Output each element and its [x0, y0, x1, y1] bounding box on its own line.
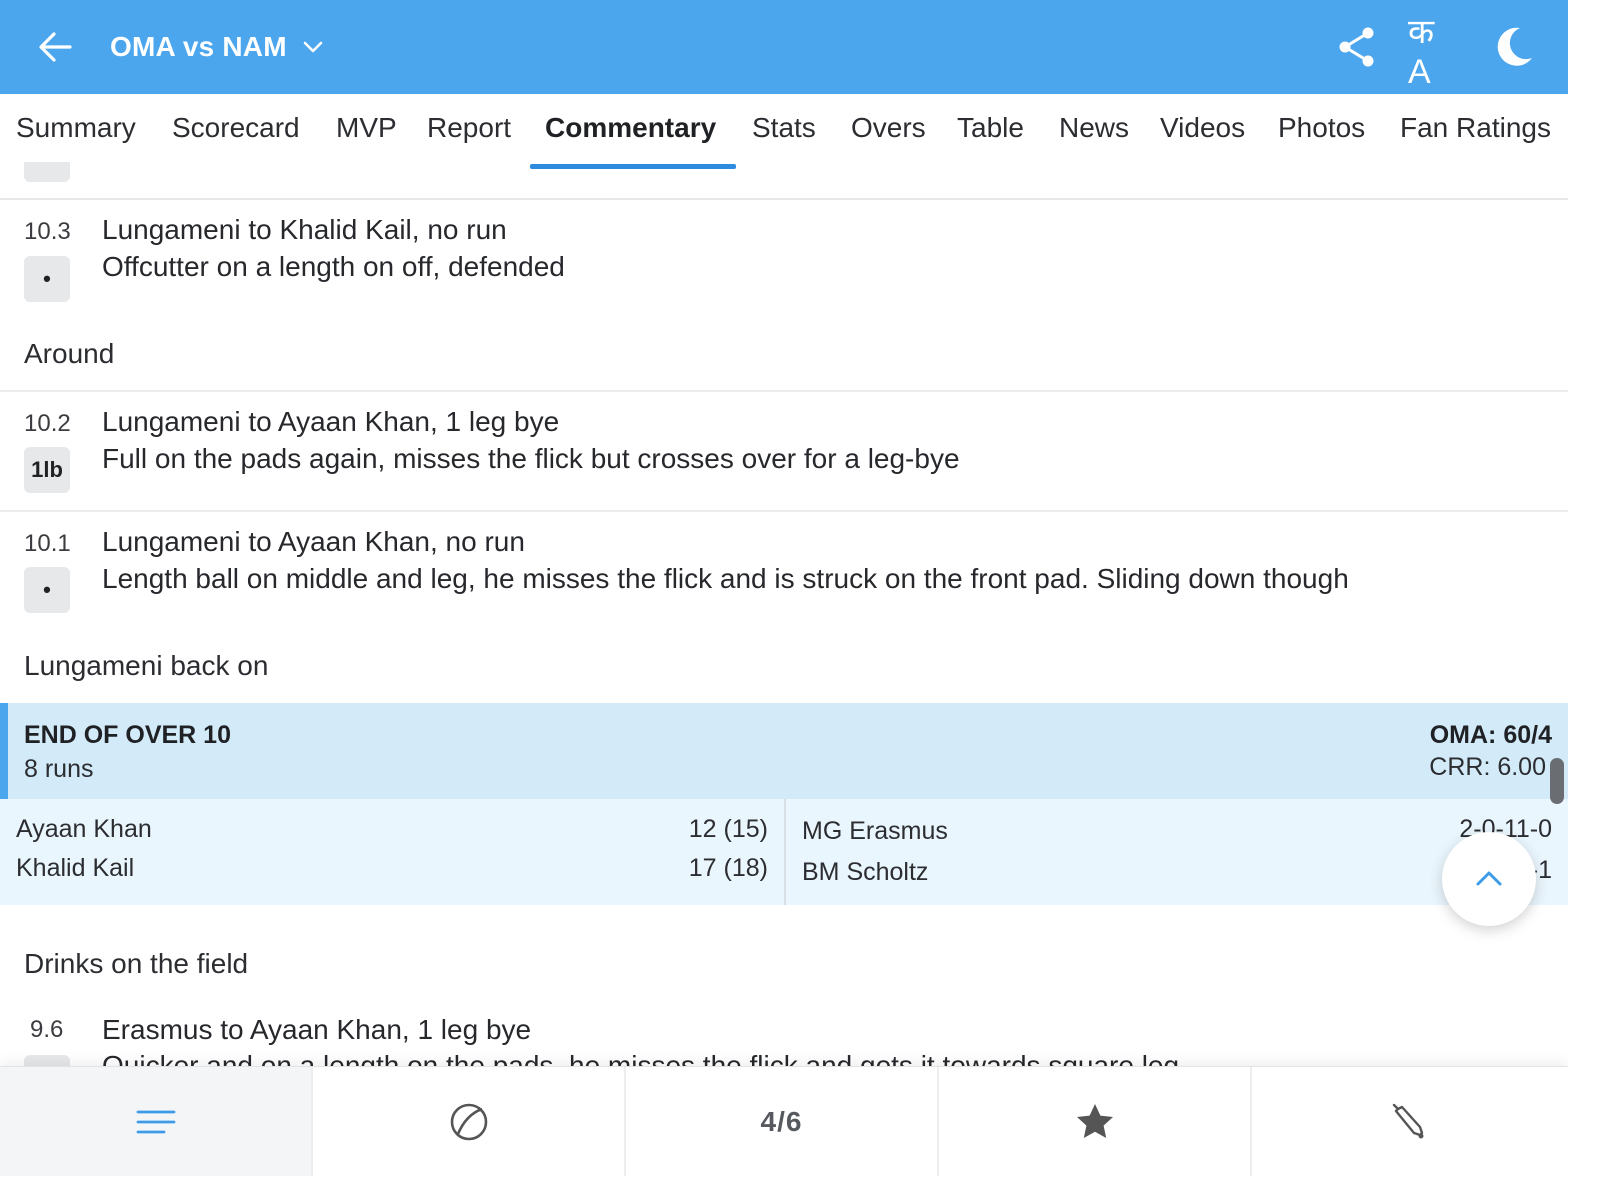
column-divider	[784, 799, 786, 905]
tab-bar: Summary Scorecard MVP Report Commentary …	[0, 94, 1568, 200]
match-selector[interactable]: OMA vs NAM	[110, 26, 325, 68]
tab-report[interactable]: Report	[427, 112, 511, 152]
end-of-over-title: END OF OVER 10	[24, 721, 231, 749]
ball-badge	[24, 162, 70, 182]
batter-score: 12 (15)	[688, 815, 768, 843]
boundaries-label: 4/6	[760, 1106, 803, 1137]
commentary-note: Around	[24, 338, 115, 369]
ball-text: Length ball on middle and leg, he misses…	[102, 563, 1349, 594]
ball-badge: 1lb	[24, 447, 70, 493]
bowler-name: MG Erasmus	[802, 817, 948, 845]
star-icon	[1076, 1104, 1113, 1138]
tab-photos[interactable]: Photos	[1278, 112, 1365, 152]
tab-news[interactable]: News	[1059, 112, 1129, 152]
tab-mvp[interactable]: MVP	[336, 112, 397, 152]
match-title: OMA vs NAM	[110, 31, 287, 62]
ball-badge: •	[24, 567, 70, 613]
back-arrow-icon[interactable]	[34, 26, 76, 68]
ball-number: 10.1	[24, 530, 71, 557]
commentary-menu-button[interactable]	[0, 1067, 313, 1176]
chevron-up-icon	[1476, 871, 1502, 886]
app-root: OMA vs NAM क A Summary Scorecard MVP Rep…	[0, 0, 1568, 1176]
ball-title: Lungameni to Ayaan Khan, no run	[102, 526, 525, 557]
divider	[0, 510, 1568, 512]
scrollbar-thumb[interactable]	[1550, 758, 1564, 804]
ball-title: Lungameni to Ayaan Khan, 1 leg bye	[102, 406, 560, 437]
batter-name: Ayaan Khan	[16, 815, 152, 843]
tab-scorecard[interactable]: Scorecard	[172, 112, 300, 152]
tab-overs[interactable]: Overs	[851, 112, 926, 152]
language-toggle-icon[interactable]: क A	[1408, 13, 1464, 91]
ball-icon	[450, 1103, 487, 1141]
tab-commentary[interactable]: Commentary	[545, 112, 716, 152]
chevron-down-icon	[303, 41, 323, 53]
boundaries-filter-button[interactable]: 4/6	[626, 1067, 939, 1176]
ball-number: 10.3	[24, 218, 71, 245]
scroll-to-top-button[interactable]	[1442, 832, 1536, 926]
ball-text: Offcutter on a length on off, defended	[102, 251, 565, 282]
tab-stats[interactable]: Stats	[752, 112, 816, 152]
tab-videos[interactable]: Videos	[1160, 112, 1245, 152]
divider	[0, 390, 1568, 392]
top-bar: OMA vs NAM क A	[0, 0, 1568, 94]
ball-title: Lungameni to Khalid Kail, no run	[102, 214, 507, 245]
tab-table[interactable]: Table	[957, 112, 1024, 152]
share-icon[interactable]	[1334, 24, 1380, 70]
active-tab-indicator	[530, 164, 736, 169]
end-of-over-header: END OF OVER 10 8 runs OMA: 60/4 CRR: 6.0…	[0, 703, 1568, 799]
menu-lines-icon	[136, 1110, 175, 1134]
ball-number: 10.2	[24, 410, 71, 437]
tab-fan-ratings[interactable]: Fan Ratings	[1400, 112, 1551, 152]
bowler-name: BM Scholtz	[802, 858, 929, 886]
current-run-rate: CRR: 6.00	[1429, 753, 1546, 781]
ball-filter-button[interactable]	[313, 1067, 626, 1176]
commentary-note: Lungameni back on	[24, 650, 269, 681]
ball-number: 9.6	[30, 1016, 64, 1043]
highlights-button[interactable]	[939, 1067, 1252, 1176]
tab-summary[interactable]: Summary	[16, 112, 136, 152]
batter-score: 17 (18)	[688, 854, 768, 882]
over-runs: 8 runs	[24, 755, 94, 783]
ball-badge: •	[24, 256, 70, 302]
batter-name: Khalid Kail	[16, 854, 135, 882]
end-of-over-details: Ayaan Khan 12 (15) Khalid Kail 17 (18) M…	[0, 799, 1568, 905]
team-score: OMA: 60/4	[1429, 721, 1552, 749]
bat-icon	[1392, 1103, 1423, 1139]
ball-title: Erasmus to Ayaan Khan, 1 leg bye	[102, 1014, 532, 1045]
ball-text: Full on the pads again, misses the flick…	[102, 443, 960, 474]
batting-button[interactable]	[1252, 1067, 1565, 1176]
commentary-note: Drinks on the field	[24, 948, 249, 979]
moon-icon[interactable]	[1490, 24, 1536, 70]
bottom-nav: 4/6	[0, 1066, 1568, 1176]
